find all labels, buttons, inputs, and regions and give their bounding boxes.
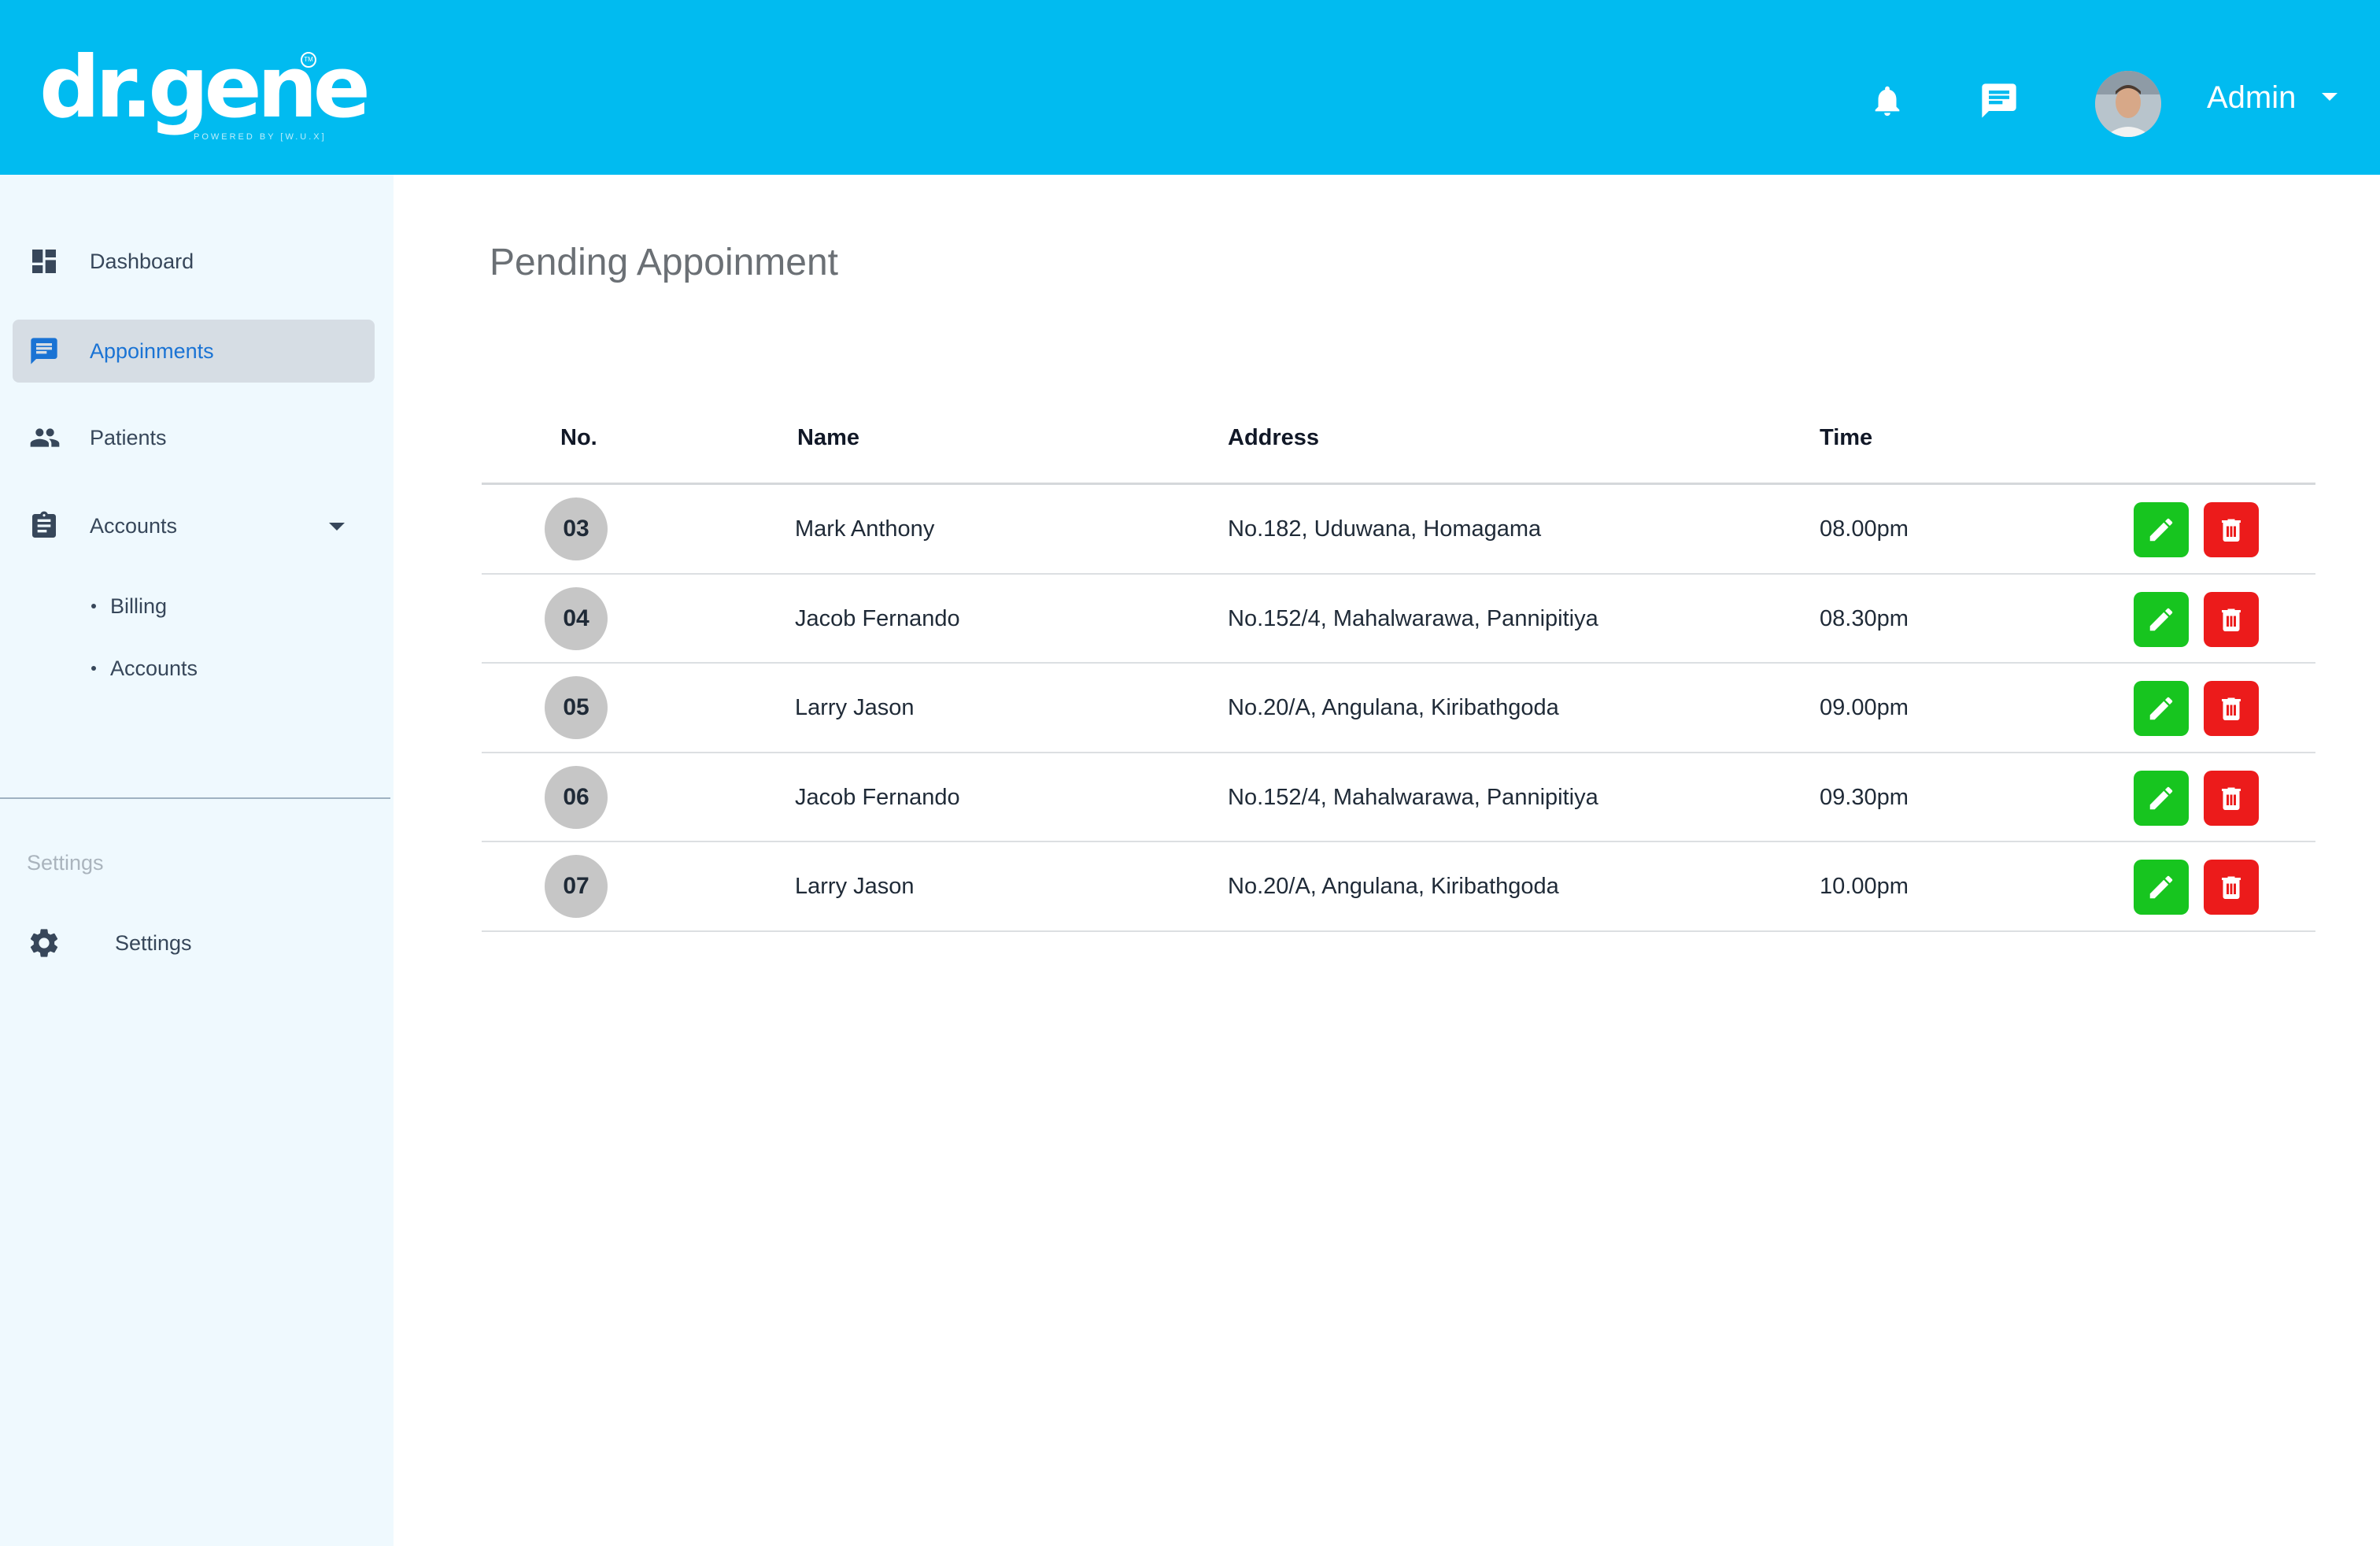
clipboard-icon <box>28 510 60 542</box>
delete-button[interactable] <box>2204 591 2259 647</box>
table-row: 07 Larry Jason No.20/A, Angulana, Kiriba… <box>482 842 2315 932</box>
column-header-address: Address <box>1228 425 1320 450</box>
notification-bell-icon[interactable] <box>1865 79 1909 123</box>
sidebar-item-patients[interactable]: Patients <box>13 406 375 469</box>
appointment-time: 10.00pm <box>1820 874 1909 899</box>
dr-gene-logo[interactable]: dr.gene POWERED BY [W.U.X] TM <box>39 41 371 151</box>
sidebar-item-label: Accounts <box>90 514 178 538</box>
sidebar-item-dashboard[interactable]: Dashboard <box>13 230 375 293</box>
delete-button[interactable] <box>2204 770 2259 826</box>
logo-trademark: TM <box>301 52 316 68</box>
sidebar-item-label: Settings <box>115 931 192 955</box>
edit-button[interactable] <box>2134 681 2189 736</box>
user-menu-caret-icon[interactable] <box>2322 93 2338 101</box>
sidebar-item-appoinments[interactable]: Appoinments <box>13 320 375 383</box>
table-header: No. Name Address Time <box>482 406 2315 485</box>
table-row: 03 Mark Anthony No.182, Uduwana, Homagam… <box>482 485 2315 575</box>
chevron-down-icon[interactable] <box>329 523 345 531</box>
sidebar-subitem-accounts[interactable]: Accounts <box>91 654 198 682</box>
table-row: 04 Jacob Fernando No.152/4, Mahalwarawa,… <box>482 575 2315 664</box>
sidebar-subitem-label: Billing <box>110 594 168 618</box>
appointment-time: 09.00pm <box>1820 695 1909 720</box>
sidebar-item-label: Appoinments <box>90 339 214 363</box>
dashboard-icon <box>28 246 60 277</box>
sidebar-subitem-billing[interactable]: Billing <box>91 592 168 620</box>
table-body: 03 Mark Anthony No.182, Uduwana, Homagam… <box>482 485 2315 932</box>
delete-button[interactable] <box>2204 860 2259 915</box>
appointment-time: 09.30pm <box>1820 784 1909 810</box>
row-number-badge: 07 <box>545 855 608 918</box>
patient-address: No.152/4, Mahalwarawa, Pannipitiya <box>1228 784 1598 810</box>
sidebar-item-accounts[interactable]: Accounts <box>13 494 375 557</box>
trash-icon <box>2222 787 2241 810</box>
edit-button[interactable] <box>2134 770 2189 826</box>
logo-tagline: POWERED BY [W.U.X] <box>194 132 327 142</box>
row-number-badge: 03 <box>545 497 608 560</box>
page-title: Pending Appoinment <box>490 242 839 283</box>
pencil-icon <box>2149 875 2173 899</box>
patient-name: Larry Jason <box>795 874 915 899</box>
bullet-icon <box>91 604 96 608</box>
pencil-icon <box>2149 608 2173 631</box>
pencil-icon <box>2149 697 2173 720</box>
patient-name: Larry Jason <box>795 695 915 720</box>
sidebar-item-label: Patients <box>90 426 167 449</box>
logo-wordmark: dr.gene <box>39 39 371 137</box>
delete-button[interactable] <box>2204 681 2259 736</box>
sidebar-subitem-label: Accounts <box>110 656 198 680</box>
messages-icon[interactable] <box>1977 79 2021 123</box>
column-header-time: Time <box>1820 425 1873 450</box>
user-name-label[interactable]: Admin <box>2207 79 2296 117</box>
people-icon <box>28 422 60 453</box>
patient-address: No.20/A, Angulana, Kiribathgoda <box>1228 874 1559 899</box>
delete-button[interactable] <box>2204 502 2259 557</box>
chat-icon <box>28 335 60 367</box>
trash-icon <box>2222 876 2241 899</box>
edit-button[interactable] <box>2134 502 2189 557</box>
sidebar-item-label: Dashboard <box>90 250 194 273</box>
patient-name: Mark Anthony <box>795 516 935 542</box>
patient-address: No.152/4, Mahalwarawa, Pannipitiya <box>1228 605 1598 631</box>
row-number-badge: 06 <box>545 765 608 829</box>
pencil-icon <box>2149 786 2173 809</box>
edit-button[interactable] <box>2134 591 2189 647</box>
row-number-badge: 04 <box>545 586 608 650</box>
user-avatar[interactable] <box>2095 71 2161 137</box>
table-row: 06 Jacob Fernando No.152/4, Mahalwarawa,… <box>482 753 2315 842</box>
top-header: dr.gene POWERED BY [W.U.X] TM Admin <box>0 0 2380 175</box>
pencil-icon <box>2149 518 2173 542</box>
patient-address: No.20/A, Angulana, Kiribathgoda <box>1228 695 1559 720</box>
appointment-time: 08.30pm <box>1820 605 1909 631</box>
column-header-no: No. <box>560 425 597 450</box>
appointment-time: 08.00pm <box>1820 516 1909 542</box>
gear-icon <box>27 926 58 957</box>
trash-icon <box>2222 519 2241 542</box>
appointments-table: No. Name Address Time 03 Mark Anthony No… <box>482 406 2315 932</box>
trash-icon <box>2222 697 2241 720</box>
sidebar-section-heading: Settings <box>27 851 104 875</box>
row-number-badge: 05 <box>545 676 608 739</box>
sidebar-divider <box>0 797 390 799</box>
patient-name: Jacob Fernando <box>795 605 960 631</box>
patient-name: Jacob Fernando <box>795 784 960 810</box>
trash-icon <box>2222 608 2241 631</box>
column-header-name: Name <box>797 425 859 450</box>
sidebar: Dashboard Appoinments Patients Accounts … <box>0 175 394 1546</box>
table-row: 05 Larry Jason No.20/A, Angulana, Kiriba… <box>482 664 2315 753</box>
sidebar-item-settings[interactable]: Settings <box>27 919 357 967</box>
edit-button[interactable] <box>2134 860 2189 915</box>
patient-address: No.182, Uduwana, Homagama <box>1228 516 1542 542</box>
bullet-icon <box>91 666 96 671</box>
